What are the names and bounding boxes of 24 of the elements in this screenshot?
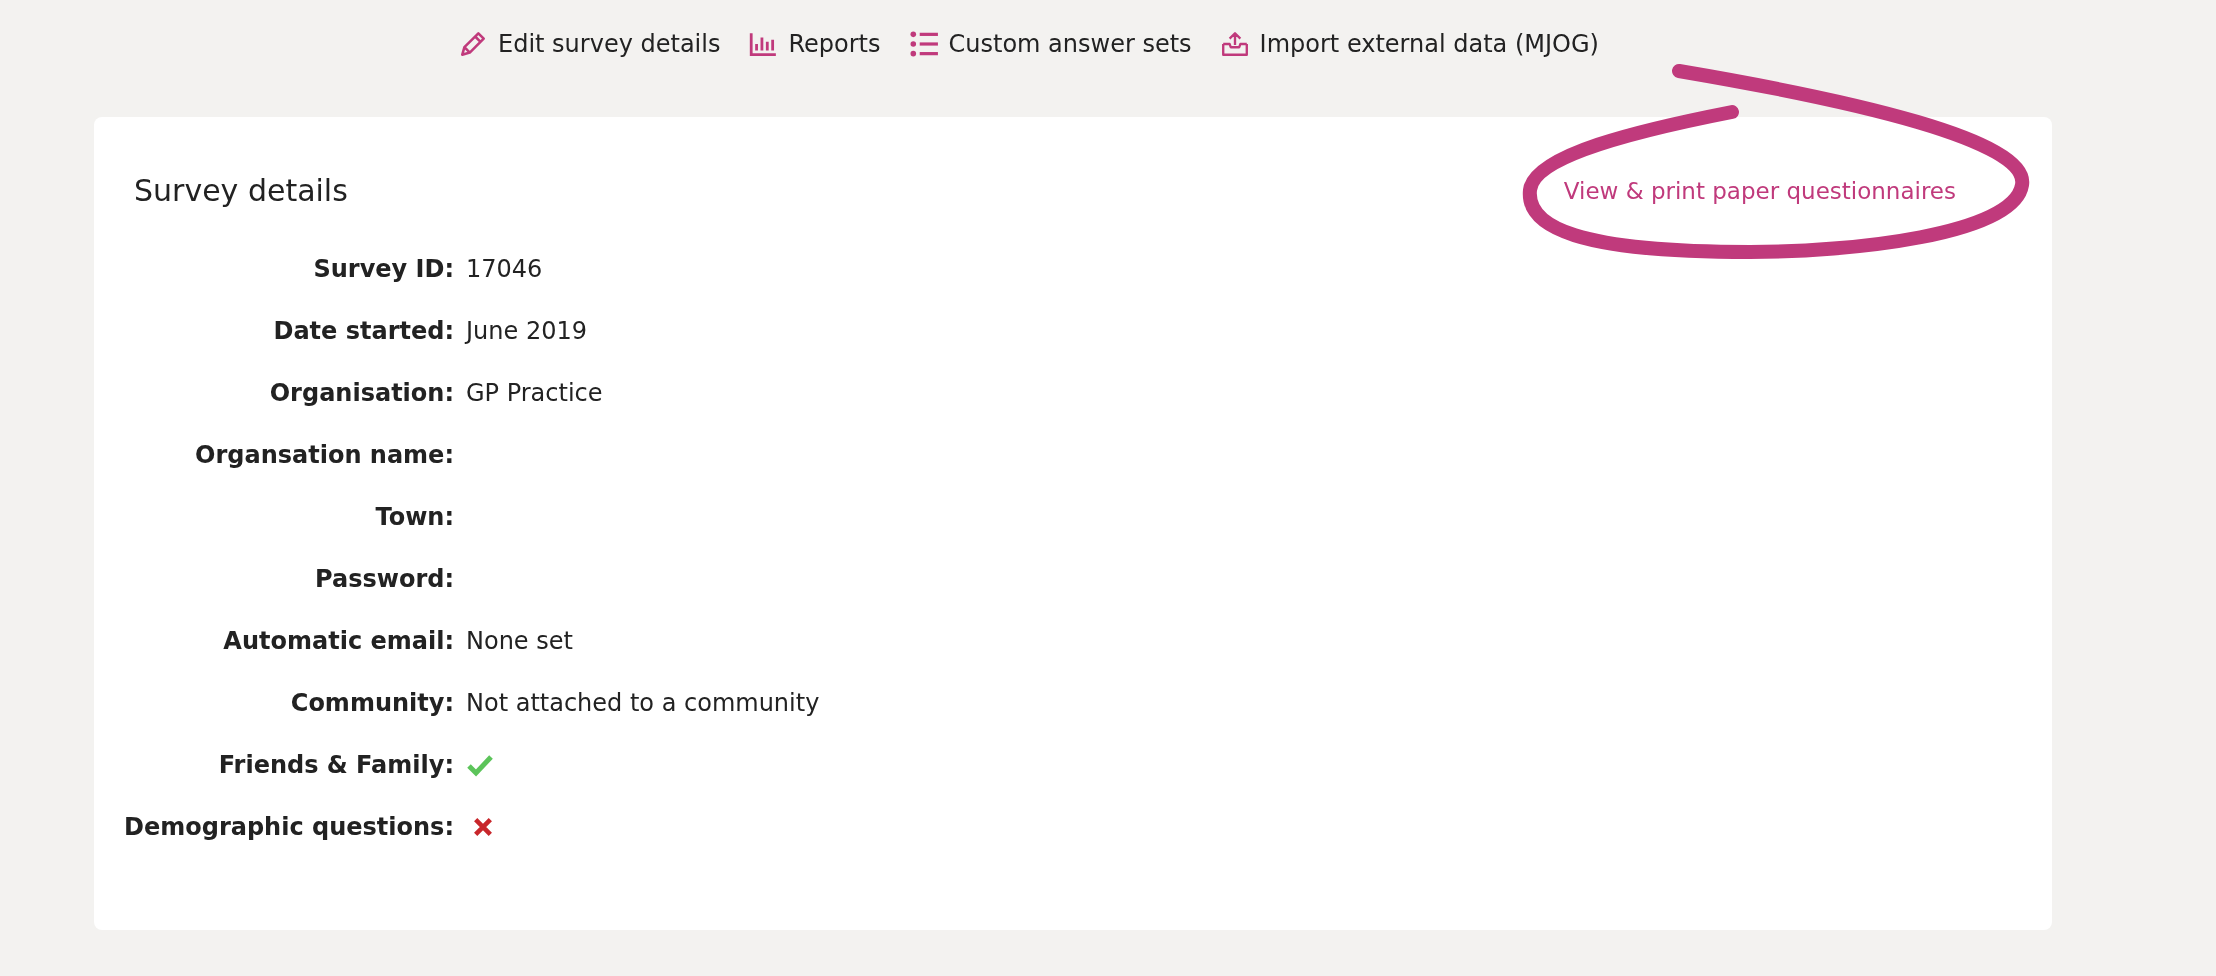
- toolbar-link[interactable]: Import external data (MJOG): [1219, 22, 1599, 66]
- field-label: Password:: [315, 564, 454, 595]
- field-value: June 2019: [466, 317, 587, 345]
- field-label: Friends & Family:: [218, 750, 454, 781]
- print-link[interactable]: View & print paper questionnaires: [1563, 177, 1956, 204]
- field-label: Date started:: [273, 316, 454, 347]
- field-label: Survey ID:: [313, 254, 454, 285]
- toolbar-link[interactable]: Custom answer sets: [908, 22, 1192, 66]
- field-label: Organsation name:: [195, 440, 454, 471]
- field-label: Organisation:: [269, 378, 454, 409]
- field-value: GP Practice: [466, 379, 603, 407]
- list-icon: [908, 29, 939, 59]
- field-value: None set: [466, 627, 573, 655]
- upload-icon: [1219, 29, 1250, 59]
- field-label: Demographic questions:: [124, 812, 454, 843]
- toolbar-link[interactable]: Reports: [748, 22, 881, 66]
- field-label: Automatic email:: [223, 626, 454, 657]
- toolbar-link[interactable]: Edit survey details: [458, 22, 721, 66]
- field-label: Town:: [375, 502, 454, 533]
- field-value: 17046: [466, 255, 543, 283]
- field-value: Not attached to a community: [466, 689, 820, 717]
- pencil-icon: [458, 29, 488, 59]
- field-label: Community:: [290, 688, 454, 719]
- card-title: Survey details: [134, 173, 348, 208]
